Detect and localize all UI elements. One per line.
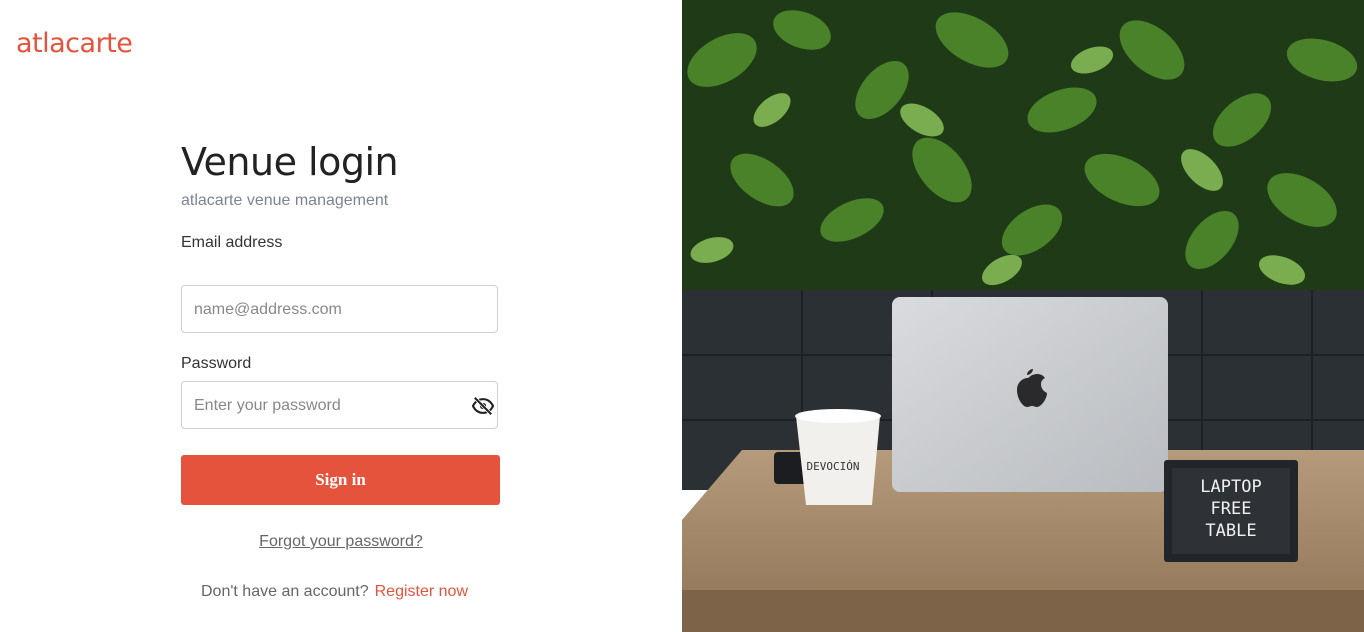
cup-label: DEVOCIÓN	[807, 460, 860, 473]
email-placeholder: name@address.com	[194, 301, 342, 318]
sign-line-1: LAPTOP	[1200, 477, 1261, 497]
sign-line-3: TABLE	[1205, 521, 1256, 541]
hero-image: DEVOCIÓN LAPTOP FREE TABLE	[682, 0, 1364, 632]
brand-logo[interactable]: atlacarte	[16, 28, 133, 59]
password-field[interactable]: Enter your password	[181, 381, 498, 429]
password-label: Password	[181, 355, 252, 372]
login-panel: atlacarte Venue login atlacarte venue ma…	[0, 0, 682, 632]
register-row: Don't have an account? Register now	[201, 583, 468, 601]
eye-off-icon[interactable]	[471, 395, 495, 417]
sign-in-button[interactable]: Sign in	[181, 455, 500, 505]
sign-line-2: FREE	[1211, 499, 1252, 519]
register-link[interactable]: Register now	[375, 583, 468, 600]
forgot-password-link[interactable]: Forgot your password?	[259, 533, 423, 550]
page-title: Venue login	[181, 140, 399, 184]
page-subtitle: atlacarte venue management	[181, 192, 389, 209]
email-label: Email address	[181, 234, 283, 251]
email-field[interactable]: name@address.com	[181, 285, 498, 333]
password-placeholder: Enter your password	[194, 397, 341, 414]
forgot-password-row: Forgot your password?	[0, 533, 682, 551]
register-prompt: Don't have an account?	[201, 583, 369, 600]
